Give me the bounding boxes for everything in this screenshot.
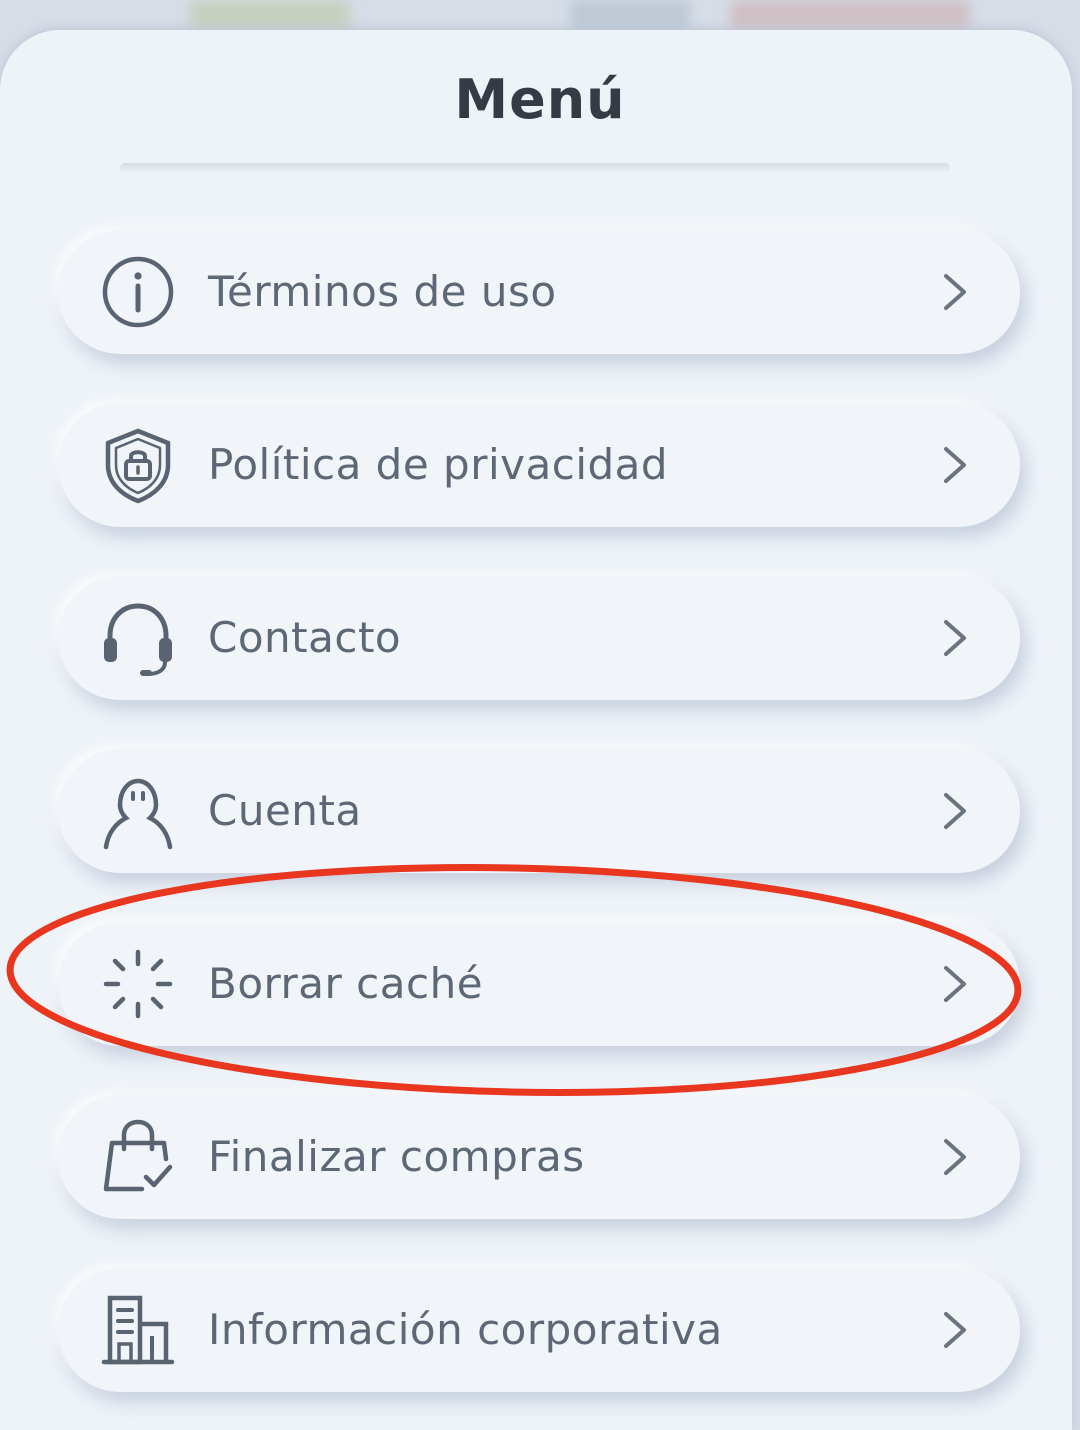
menu-item-label: Cuenta bbox=[208, 786, 362, 835]
chevron-right-icon bbox=[944, 1312, 966, 1348]
menu-item-privacy[interactable]: Política de privacidad bbox=[58, 403, 1020, 527]
chevron-right-icon bbox=[944, 274, 966, 310]
background-blur-block bbox=[730, 0, 970, 28]
menu-item-label: Información corporativa bbox=[208, 1305, 723, 1354]
building-icon bbox=[98, 1290, 178, 1370]
chevron-right-icon bbox=[944, 1139, 966, 1175]
menu-item-label: Términos de uso bbox=[208, 267, 557, 316]
menu-item-label: Política de privacidad bbox=[208, 440, 669, 489]
shopping-bag-check-icon bbox=[98, 1117, 178, 1197]
menu-item-label: Borrar caché bbox=[208, 959, 484, 1008]
headset-icon bbox=[98, 598, 178, 678]
loading-spinner-icon bbox=[98, 944, 178, 1024]
menu-item-checkout[interactable]: Finalizar compras bbox=[58, 1095, 1020, 1219]
background-blur-block bbox=[570, 0, 690, 28]
title-divider bbox=[120, 163, 950, 173]
menu-item-clear-cache[interactable]: Borrar caché bbox=[58, 922, 1020, 1046]
chevron-right-icon bbox=[944, 447, 966, 483]
menu-item-terms[interactable]: Términos de uso bbox=[58, 230, 1020, 354]
menu-item-label: Contacto bbox=[208, 613, 402, 662]
menu-title: Menú bbox=[454, 68, 626, 131]
info-icon bbox=[98, 252, 178, 332]
background-blur-block bbox=[190, 0, 350, 28]
chevron-right-icon bbox=[944, 966, 966, 1002]
menu-item-label: Finalizar compras bbox=[208, 1132, 585, 1181]
chevron-right-icon bbox=[944, 793, 966, 829]
menu-item-corporate-info[interactable]: Información corporativa bbox=[58, 1268, 1020, 1392]
user-icon bbox=[98, 771, 178, 851]
menu-item-account[interactable]: Cuenta bbox=[58, 749, 1020, 873]
chevron-right-icon bbox=[944, 620, 966, 656]
shield-lock-icon bbox=[98, 425, 178, 505]
menu-item-contact[interactable]: Contacto bbox=[58, 576, 1020, 700]
